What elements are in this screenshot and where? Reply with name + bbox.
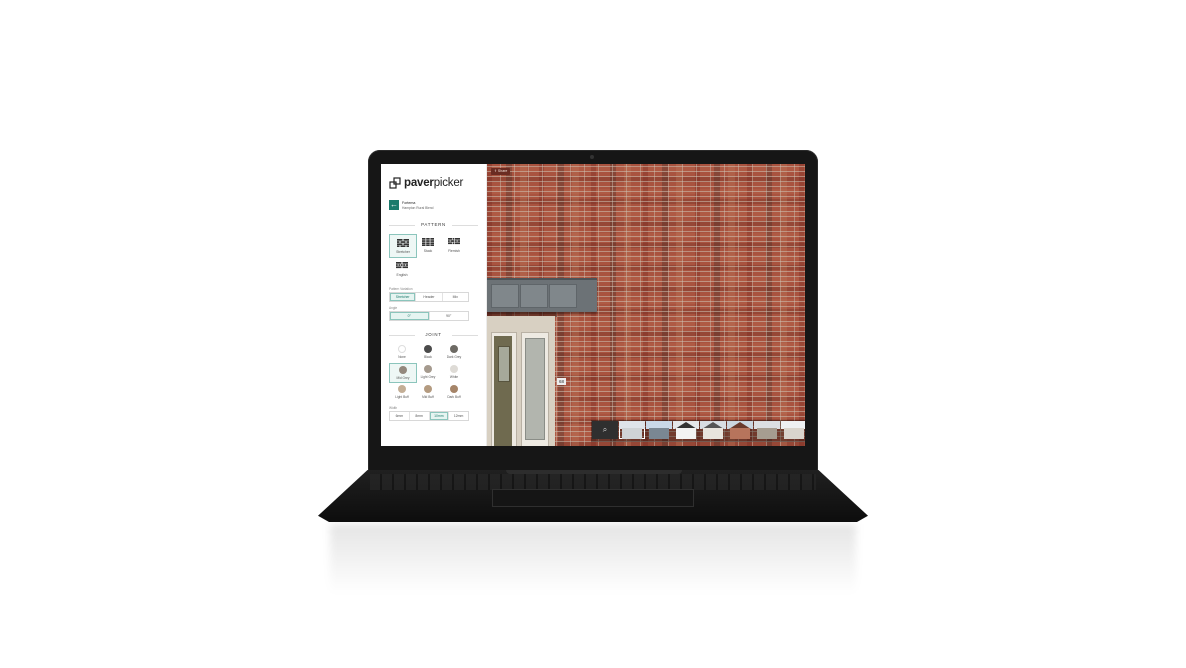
joint-colour-light-buff[interactable]: Light Buff xyxy=(389,383,415,401)
share-button[interactable]: ⇪ Share xyxy=(491,168,511,175)
joint-colour-none[interactable]: None xyxy=(389,343,415,361)
english-bond-icon xyxy=(396,262,408,269)
joint-colour-mid-buff[interactable]: Mid Buff xyxy=(415,383,441,401)
webcam xyxy=(590,155,594,159)
logo-text: paverpicker xyxy=(404,177,464,189)
brick-preview[interactable]: ⇪ Share 68 ⌕ xyxy=(487,164,805,446)
width-option-12mm[interactable]: 12mm xyxy=(449,412,468,420)
joint-width-selector: 6mm 8mm 10mm 12mm xyxy=(389,411,469,421)
product-name: Fortema xyxy=(402,201,416,205)
scene-thumbnail-4[interactable] xyxy=(700,421,726,439)
arrow-left-icon: ← xyxy=(390,200,398,209)
joint-colour-white[interactable]: White xyxy=(441,363,467,381)
pattern-tile-stack[interactable]: Stack xyxy=(415,234,441,256)
width-option-6mm[interactable]: 6mm xyxy=(390,412,410,420)
swatch-mid-buff xyxy=(424,385,432,393)
search-icon[interactable]: ⌕ xyxy=(592,421,618,439)
width-option-10mm[interactable]: 10mm xyxy=(429,412,450,420)
pattern-tile-english[interactable]: English xyxy=(389,258,415,280)
scene-thumbnail-3[interactable] xyxy=(673,421,699,439)
scene-thumbnail-1[interactable] xyxy=(619,421,645,439)
back-button[interactable]: ← xyxy=(389,200,399,210)
laptop-lid: paverpicker ← Fortema Hampton Rural Blen… xyxy=(368,150,818,472)
pattern-variation-label: Pattern Variation xyxy=(389,287,413,291)
pattern-variation-selector: Stretcher Header Mix xyxy=(389,292,469,302)
door-canopy xyxy=(487,278,597,312)
flemish-bond-icon xyxy=(448,238,460,245)
joint-colour-dark-grey[interactable]: Dark Grey xyxy=(441,343,467,361)
angle-option-0[interactable]: 0° xyxy=(390,312,430,320)
joint-colour-black[interactable]: Black xyxy=(415,343,441,361)
angle-option-90[interactable]: 90° xyxy=(430,312,469,320)
app-screen: paverpicker ← Fortema Hampton Rural Blen… xyxy=(381,164,805,446)
swatch-black xyxy=(424,345,432,353)
angle-selector: 0° 90° xyxy=(389,311,469,321)
width-option-8mm[interactable]: 8mm xyxy=(410,412,430,420)
stack-bond-icon xyxy=(422,238,434,246)
laptop-keyboard xyxy=(370,474,816,490)
swatch-white xyxy=(450,365,458,373)
swatch-dark-grey xyxy=(450,345,458,353)
joint-colour-dark-buff[interactable]: Dark Buff xyxy=(441,383,467,401)
share-icon: ⇪ xyxy=(494,169,497,173)
product-subtitle: Hampton Rural Blend xyxy=(402,206,434,210)
stretcher-bond-icon xyxy=(397,239,409,247)
swatch-light-grey xyxy=(424,365,432,373)
logo[interactable]: paverpicker xyxy=(389,176,463,190)
variation-option-header[interactable]: Header xyxy=(416,293,443,301)
logo-icon xyxy=(389,177,401,189)
swatch-dark-buff xyxy=(450,385,458,393)
swatch-light-buff xyxy=(398,385,406,393)
pattern-section-title: PATTERN xyxy=(389,222,478,227)
scene-thumbnail-7[interactable] xyxy=(781,421,805,439)
swatch-none xyxy=(398,345,406,353)
swatch-mid-grey xyxy=(399,366,407,374)
scene-thumbnail-strip: ⌕ xyxy=(591,420,805,442)
joint-colour-mid-grey[interactable]: Mid Grey xyxy=(389,363,417,383)
variation-option-mix[interactable]: Mix xyxy=(443,293,468,301)
joint-width-label: Width xyxy=(389,406,398,410)
scene-thumbnail-2[interactable] xyxy=(646,421,672,439)
pattern-tile-flemish[interactable]: Flemish xyxy=(441,234,467,256)
laptop-touchpad xyxy=(492,489,694,507)
front-door xyxy=(494,336,512,446)
angle-label: Angle xyxy=(389,306,398,310)
house-number: 68 xyxy=(557,378,566,385)
joint-colour-light-grey[interactable]: Light Grey xyxy=(415,363,441,381)
pattern-tile-stretcher[interactable]: Stretcher xyxy=(389,234,417,258)
laptop-reflection xyxy=(330,524,856,594)
side-window xyxy=(521,332,549,446)
scene-thumbnail-5[interactable] xyxy=(727,421,753,439)
variation-option-stretcher[interactable]: Stretcher xyxy=(390,293,417,301)
scene-thumbnail-6[interactable] xyxy=(754,421,780,439)
joint-section-title: JOINT xyxy=(389,332,478,337)
sidebar: paverpicker ← Fortema Hampton Rural Blen… xyxy=(381,164,487,446)
